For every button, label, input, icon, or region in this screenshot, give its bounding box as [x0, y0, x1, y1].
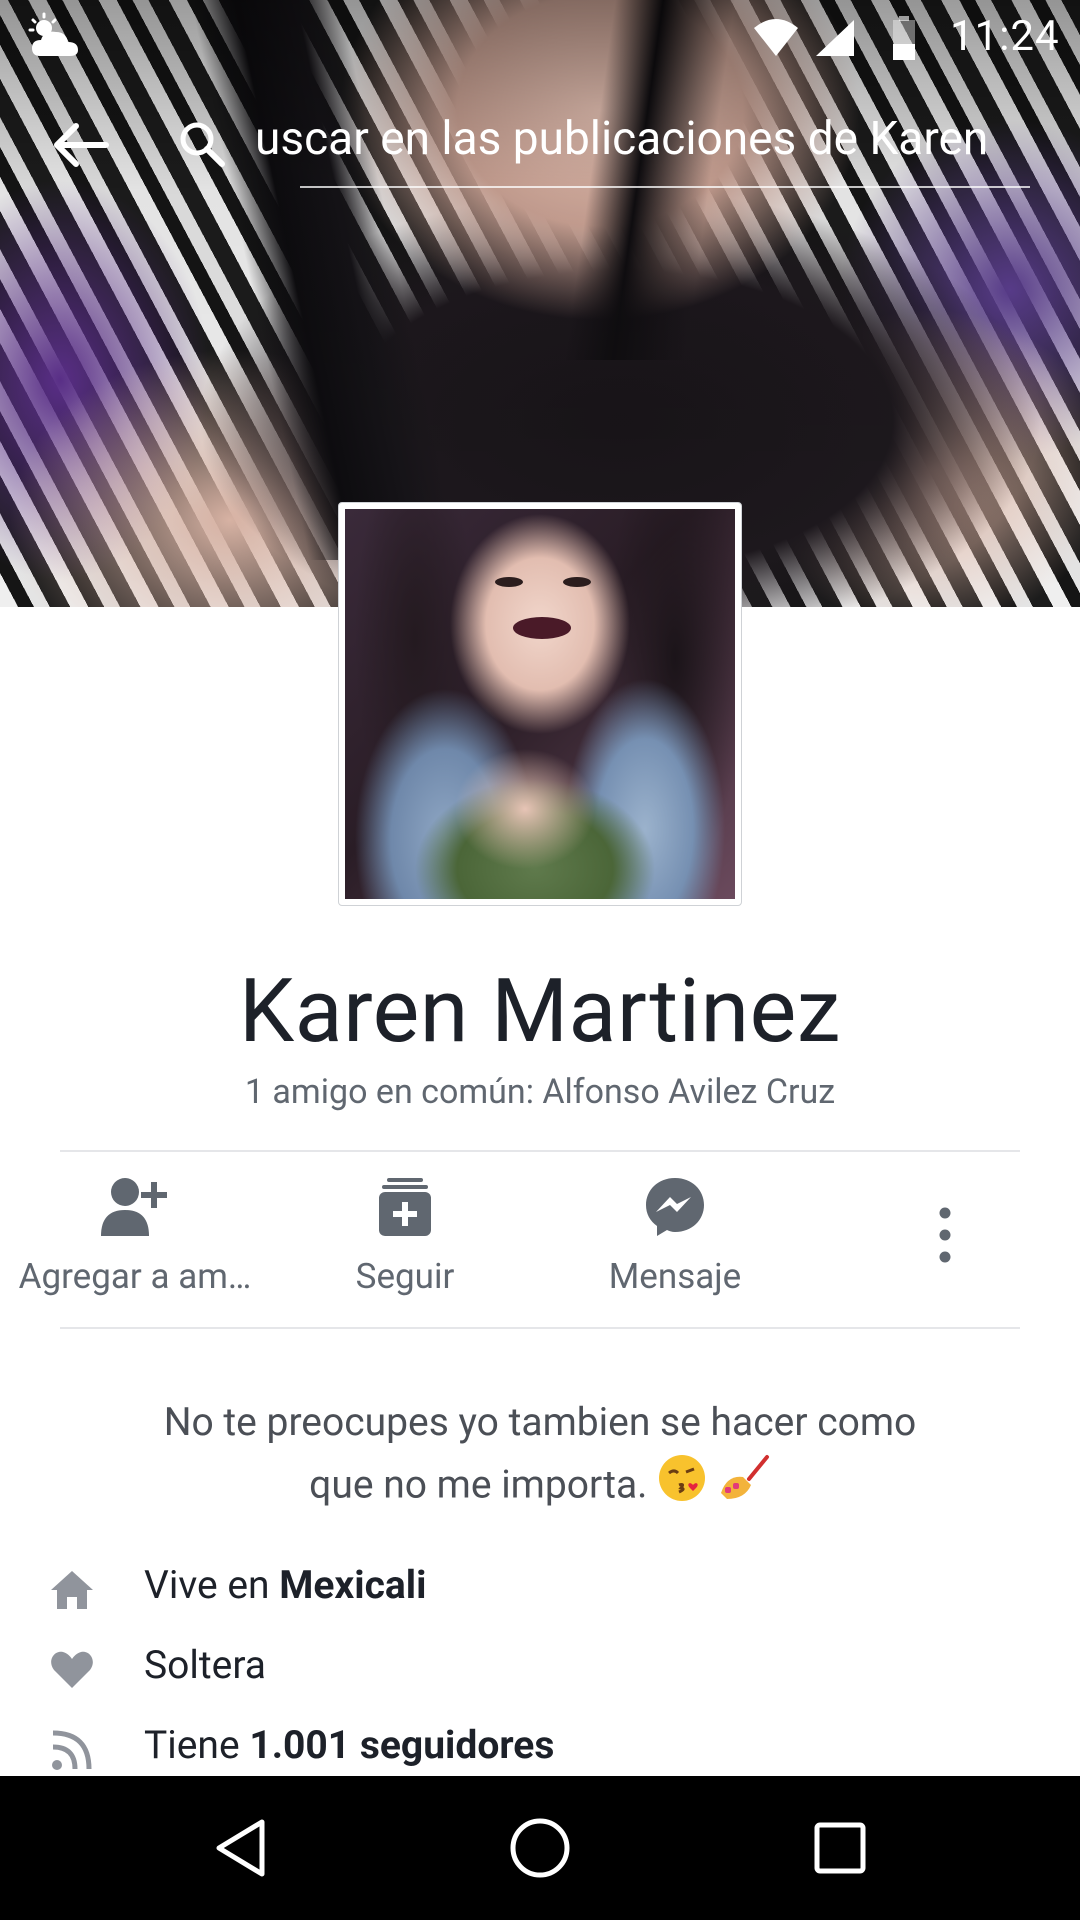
intro-lives-in[interactable]: Vive en Mexicali — [0, 1558, 1080, 1618]
status-bar: 11:24 — [0, 0, 1080, 75]
back-triangle-icon — [216, 1819, 265, 1877]
search-icon[interactable] — [178, 120, 226, 172]
profile-photo-detail — [495, 577, 523, 587]
cell-signal-icon — [812, 18, 856, 62]
profile-picture[interactable] — [338, 502, 742, 906]
search-underline — [300, 186, 1030, 188]
nav-home-button[interactable] — [470, 1776, 610, 1920]
rss-followers-icon — [48, 1726, 96, 1774]
add-friend-icon — [101, 1178, 167, 1236]
message-button[interactable]: Mensaje — [540, 1172, 810, 1312]
kissing-face-emoji — [657, 1453, 707, 1521]
follow-label: Seguir — [355, 1256, 455, 1297]
weather-cloudy-night-icon — [28, 12, 84, 64]
intro-followers[interactable]: Tiene 1.001 seguidores — [0, 1718, 1080, 1778]
divider — [60, 1327, 1020, 1329]
more-vertical-icon — [939, 1207, 951, 1263]
bio-line-2: que no me importa. — [100, 1453, 980, 1521]
message-label: Mensaje — [608, 1256, 742, 1297]
bio-text: No te preocupes yo tambien se hacer como… — [100, 1392, 980, 1521]
status-time: 11:24 — [950, 12, 1060, 61]
profile-photo — [345, 509, 735, 899]
heart-icon — [48, 1646, 96, 1694]
wifi-icon — [752, 18, 800, 62]
lives-prefix: Vive en — [144, 1562, 280, 1608]
follow-icon — [379, 1178, 431, 1236]
relationship-status: Soltera — [144, 1642, 266, 1688]
back-button[interactable] — [40, 110, 120, 180]
profile-photo-detail — [513, 617, 571, 639]
messenger-icon — [646, 1178, 704, 1236]
followers-prefix: Tiene — [144, 1722, 250, 1768]
more-options-button[interactable] — [880, 1200, 1010, 1340]
nail-polish-emoji — [717, 1453, 771, 1521]
add-friend-button[interactable]: Agregar a am… — [0, 1172, 270, 1312]
bio-line-1: No te preocupes yo tambien se hacer como — [163, 1399, 917, 1445]
nav-recents-button[interactable] — [770, 1776, 910, 1920]
mutual-friends[interactable]: 1 amigo en común: Alfonso Avilez Cruz — [0, 1072, 1080, 1112]
search-input[interactable]: uscar en las publicaciones de Karen — [255, 112, 1035, 166]
navigation-bar — [0, 1776, 1080, 1920]
add-friend-label: Agregar a am… — [18, 1256, 252, 1297]
followers-count[interactable]: 1.001 seguidores — [249, 1722, 554, 1768]
arrow-left-icon — [54, 123, 109, 167]
nav-back-button[interactable] — [170, 1776, 310, 1920]
intro-relationship: Soltera — [0, 1638, 1080, 1698]
profile-photo-detail — [563, 577, 591, 587]
cover-photo-detail — [190, 0, 460, 560]
home-icon — [48, 1566, 96, 1614]
battery-icon — [890, 14, 918, 66]
profile-name: Karen Martinez — [239, 960, 841, 1063]
recents-square-icon — [814, 1822, 866, 1874]
lives-city[interactable]: Mexicali — [279, 1562, 426, 1608]
divider — [60, 1150, 1020, 1152]
home-circle-icon — [510, 1818, 570, 1878]
follow-button[interactable]: Seguir — [270, 1172, 540, 1312]
bio-line-2-text: que no me importa. — [309, 1461, 648, 1508]
